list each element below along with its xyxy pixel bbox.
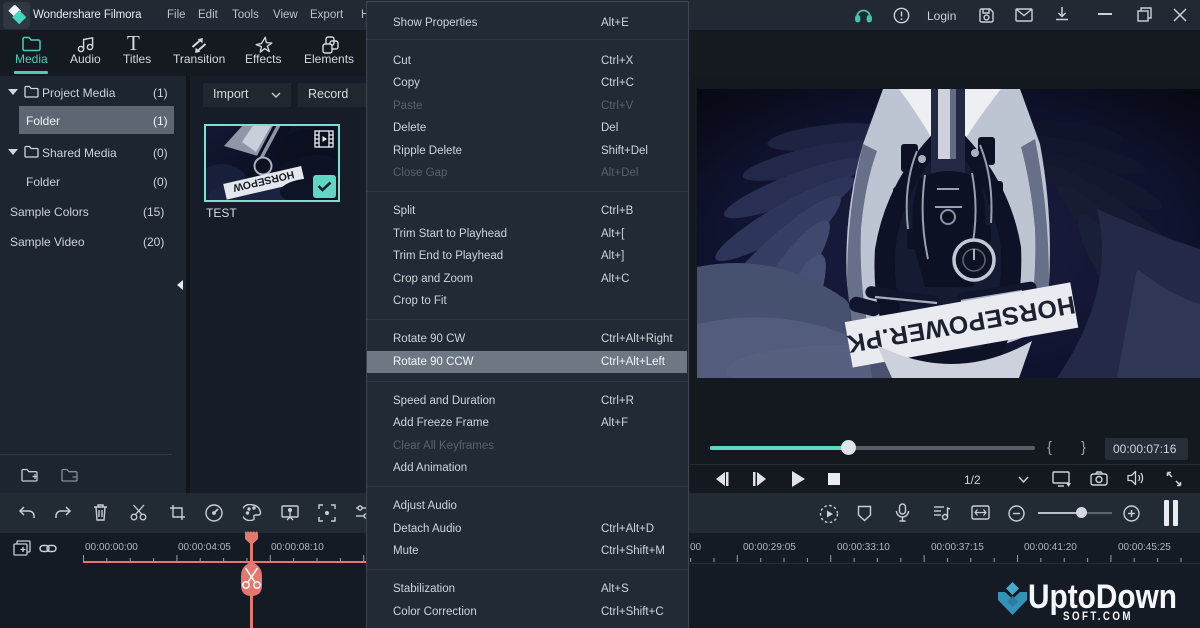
svg-text:SOFT.COM: SOFT.COM bbox=[1063, 609, 1133, 623]
